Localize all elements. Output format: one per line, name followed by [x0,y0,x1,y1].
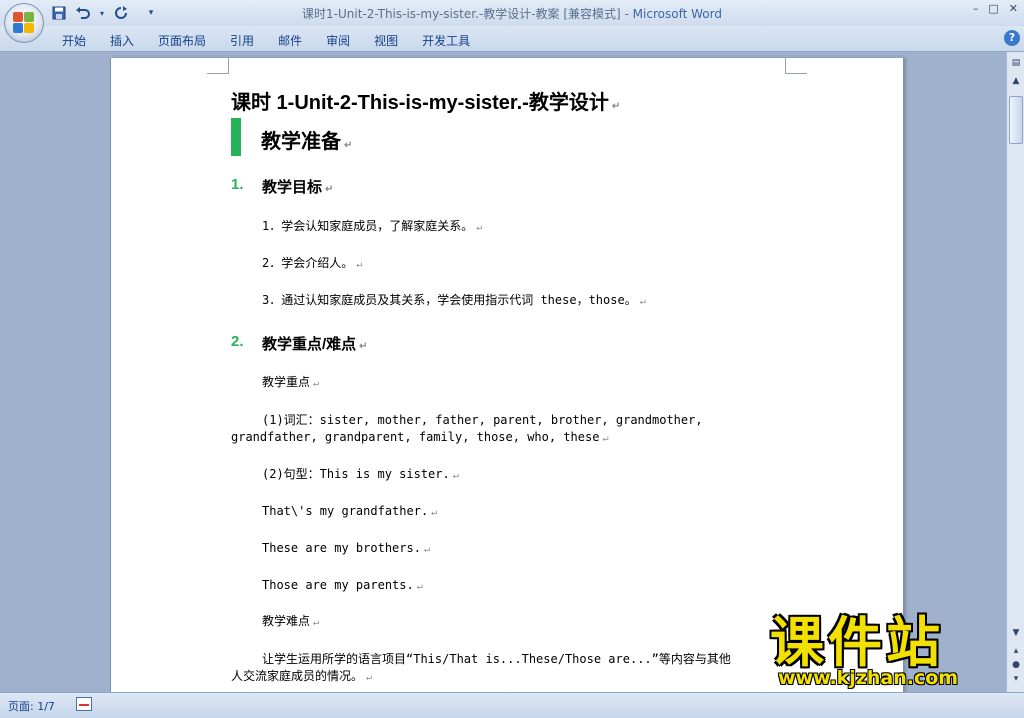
tab-home[interactable]: 开始 [50,30,98,51]
key-points-label: 教学重点 ↵ [262,374,319,392]
paragraph-mark: ↵ [344,140,353,151]
sentence-line: That\'s my grandfather. ↵ [262,503,437,521]
difficulty-line: 人交流家庭成员的情况。 ↵ [231,668,372,686]
heading-number: 1. [231,176,244,193]
objective-text: 3．通过认知家庭成员及其关系，学会使用指示代词 these，those。 [262,293,637,307]
paragraph-mark: ↵ [602,433,609,444]
previous-page-icon[interactable]: ▴ [1009,644,1023,658]
tab-developer[interactable]: 开发工具 [410,30,482,51]
vocab-line: (1)词汇：sister, mother, father, parent, br… [262,412,703,429]
title-bar: ▾ ▾ 课时1-Unit-2-This-is-my-sister.-教学设计-教… [0,0,1024,26]
watermark-text: 课件站 [770,611,944,674]
vocab-text: grandfather, grandparent, family, those,… [231,430,600,444]
heading-number: 2. [231,333,244,350]
close-button[interactable]: ✕ [1009,2,1018,15]
office-button[interactable] [4,3,44,43]
paragraph-mark: ↵ [431,507,438,518]
watermark-url: www.kjzhan.com [778,667,959,689]
scroll-up-icon[interactable]: ▲ [1009,74,1023,88]
heading-objectives: 1. 教学目标 ↵ [231,176,333,196]
objective-text: 1．学会认知家庭成员，了解家庭关系。 [262,219,474,233]
tab-references[interactable]: 引用 [218,30,266,51]
paragraph-mark: ↵ [423,544,430,555]
paragraph-mark: ↵ [611,101,621,112]
ribbon: 开始 插入 页面布局 引用 邮件 审阅 视图 开发工具 ? [0,26,1024,52]
sentence-line: Those are my parents. ↵ [262,577,423,595]
tab-review[interactable]: 审阅 [314,30,362,51]
paragraph-mark: ↵ [356,259,363,270]
document-title-text: 课时1-Unit-2-This-is-my-sister.-教学设计-教案 [兼… [302,7,633,21]
vocab-text: (1)词汇：sister, mother, father, parent, br… [262,413,703,427]
browse-object-icon[interactable]: ● [1009,658,1023,672]
vertical-scrollbar[interactable]: ▤ ▲ ▼ ▴ ● ▾ [1006,52,1024,692]
difficulty-label: 教学难点 ↵ [262,613,319,631]
difficulty-line: 让学生运用所学的语言项目“This/That is...These/Those … [262,651,731,668]
sentence-text: That\'s my grandfather. [262,504,429,518]
help-button[interactable]: ? [1004,30,1020,46]
sentence-text: Those are my parents. [262,578,414,592]
window-controls: – □ ✕ [973,2,1018,15]
tab-insert[interactable]: 插入 [98,30,146,51]
scroll-thumb[interactable] [1009,96,1023,144]
section-heading-text: 教学准备 ↵ [261,125,352,154]
ruler-toggle-icon[interactable]: ▤ [1009,56,1023,70]
paragraph-mark: ↵ [452,470,459,481]
window-title: 课时1-Unit-2-This-is-my-sister.-教学设计-教案 [兼… [0,5,1024,22]
paragraph-mark: ↵ [416,581,423,592]
heading-text: 教学重点/难点 ↵ [262,333,368,354]
next-page-icon[interactable]: ▾ [1009,672,1023,686]
objective-text: 2．学会介绍人。 [262,256,354,270]
document-page[interactable]: 课时 1-Unit-2-This-is-my-sister.-教学设计 ↵ 教学准… [110,58,904,692]
sentence-text: These are my brothers. [262,541,421,555]
section-accent-bar [231,118,241,156]
key-points-text: 教学重点 [262,375,311,389]
heading-key-points: 2. 教学重点/难点 ↵ [231,333,368,353]
ribbon-tabs: 开始 插入 页面布局 引用 邮件 审阅 视图 开发工具 [50,30,482,51]
page-indicator[interactable]: 页面: 1/7 [8,698,55,714]
paragraph-mark: ↵ [313,617,320,628]
paragraph-mark: ↵ [359,341,368,352]
restore-button[interactable]: □ [988,2,998,15]
vocab-line: grandfather, grandparent, family, those,… [231,429,609,447]
proofing-icon[interactable] [76,697,92,711]
heading-label: 教学目标 [262,179,323,196]
paragraph-mark: ↵ [325,184,334,195]
document-title-text: 课时 1-Unit-2-This-is-my-sister.-教学设计 [231,92,609,114]
section-heading-label: 教学准备 [261,131,341,153]
app-name: Microsoft Word [632,7,722,21]
paragraph-mark: ↵ [476,222,483,233]
crop-mark-top-right [785,58,807,74]
office-logo-icon [13,12,35,34]
paragraph-mark: ↵ [313,378,320,389]
difficulty-text: 教学难点 [262,614,311,628]
scroll-down-icon[interactable]: ▼ [1009,626,1023,640]
status-bar: 页面: 1/7 [0,692,1024,718]
paragraph-mark: ↵ [366,672,373,683]
minimize-button[interactable]: – [973,2,979,15]
document-title: 课时 1-Unit-2-This-is-my-sister.-教学设计 ↵ [231,86,620,115]
tab-view[interactable]: 视图 [362,30,410,51]
heading-label: 教学重点/难点 [262,336,357,353]
watermark-logo: 课件站 www.kjzhan.com [770,615,1006,693]
paragraph-mark: ↵ [639,296,646,307]
objective-item: 2．学会介绍人。 ↵ [262,255,362,273]
crop-mark-top-left [207,58,229,74]
pattern-line: (2)句型：This is my sister. ↵ [262,466,459,484]
sentence-line: These are my brothers. ↵ [262,540,430,558]
tab-mailings[interactable]: 邮件 [266,30,314,51]
objective-item: 1．学会认知家庭成员，了解家庭关系。 ↵ [262,218,482,236]
document-area: 课时 1-Unit-2-This-is-my-sister.-教学设计 ↵ 教学准… [0,52,1006,692]
difficulty-line-text: 人交流家庭成员的情况。 [231,669,364,683]
difficulty-line-text: 让学生运用所学的语言项目“This/That is...These/Those … [262,652,731,666]
tab-page-layout[interactable]: 页面布局 [146,30,218,51]
objective-item: 3．通过认知家庭成员及其关系，学会使用指示代词 these，those。 ↵ [262,292,646,310]
heading-text: 教学目标 ↵ [262,176,333,197]
pattern-text: (2)句型：This is my sister. [262,467,450,481]
